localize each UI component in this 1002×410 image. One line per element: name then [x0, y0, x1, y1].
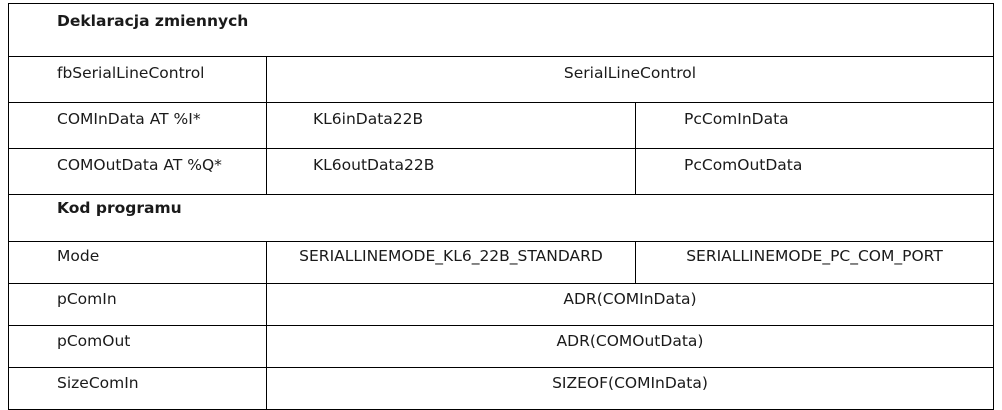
parameter-name-cell: SizeComIn — [8, 367, 267, 410]
variable-type: SerialLineControl — [563, 64, 697, 82]
table-row: COMOutData AT %Q* KL6outData22B PcComOut… — [8, 148, 994, 195]
table-row: fbSerialLineControl SerialLineControl — [8, 56, 994, 103]
parameter-value-cell: ADR(COMOutData) — [266, 325, 994, 368]
table-row: pComIn ADR(COMInData) — [8, 283, 994, 326]
parameter-value-cell: SIZEOF(COMInData) — [266, 367, 994, 410]
section-header-row: Deklaracja zmiennych — [8, 3, 994, 57]
kl6-type: KL6inData22B — [313, 110, 424, 128]
kl6-type: KL6outData22B — [313, 156, 435, 174]
variable-name-cell: COMOutData AT %Q* — [8, 148, 267, 195]
parameter-value-cell: ADR(COMInData) — [266, 283, 994, 326]
variable-name: COMInData AT %I* — [57, 110, 201, 128]
variable-name: fbSerialLineControl — [57, 64, 205, 82]
parameter-name: pComOut — [57, 332, 131, 350]
program-section-title: Kod programu — [8, 194, 994, 242]
table-row: COMInData AT %I* KL6inData22B PcComInDat… — [8, 102, 994, 149]
variable-type-cell: SerialLineControl — [266, 56, 994, 103]
table-row: SizeComIn SIZEOF(COMInData) — [8, 367, 994, 410]
pc-type-cell: PcComOutData — [635, 148, 994, 195]
pc-type-cell: PcComInData — [635, 102, 994, 149]
kl6-type-cell: KL6outData22B — [266, 148, 636, 195]
pc-type: PcComOutData — [684, 156, 803, 174]
variable-name-cell: fbSerialLineControl — [8, 56, 267, 103]
pc-mode: SERIALLINEMODE_PC_COM_PORT — [686, 247, 943, 265]
pc-mode-cell: SERIALLINEMODE_PC_COM_PORT — [635, 241, 994, 284]
declarations-table: Deklaracja zmiennych fbSerialLineControl… — [8, 3, 994, 410]
pc-type: PcComInData — [684, 110, 789, 128]
parameter-value: ADR(COMOutData) — [556, 332, 704, 350]
parameter-name: SizeComIn — [57, 374, 139, 392]
parameter-name-cell: Mode — [8, 241, 267, 284]
parameter-value: SIZEOF(COMInData) — [552, 374, 708, 392]
kl6-type-cell: KL6inData22B — [266, 102, 636, 149]
parameter-name: pComIn — [57, 290, 117, 308]
parameter-value: ADR(COMInData) — [563, 290, 697, 308]
parameter-name: Mode — [57, 247, 100, 265]
variable-name: COMOutData AT %Q* — [57, 156, 222, 174]
kl6-mode-cell: SERIALLINEMODE_KL6_22B_STANDARD — [266, 241, 636, 284]
parameter-name-cell: pComOut — [8, 325, 267, 368]
section-header-row: Kod programu — [8, 194, 994, 242]
declarations-section-title: Deklaracja zmiennych — [8, 3, 994, 57]
table-row: Mode SERIALLINEMODE_KL6_22B_STANDARD SER… — [8, 241, 994, 284]
kl6-mode: SERIALLINEMODE_KL6_22B_STANDARD — [299, 247, 603, 265]
table-row: pComOut ADR(COMOutData) — [8, 325, 994, 368]
variable-name-cell: COMInData AT %I* — [8, 102, 267, 149]
parameter-name-cell: pComIn — [8, 283, 267, 326]
